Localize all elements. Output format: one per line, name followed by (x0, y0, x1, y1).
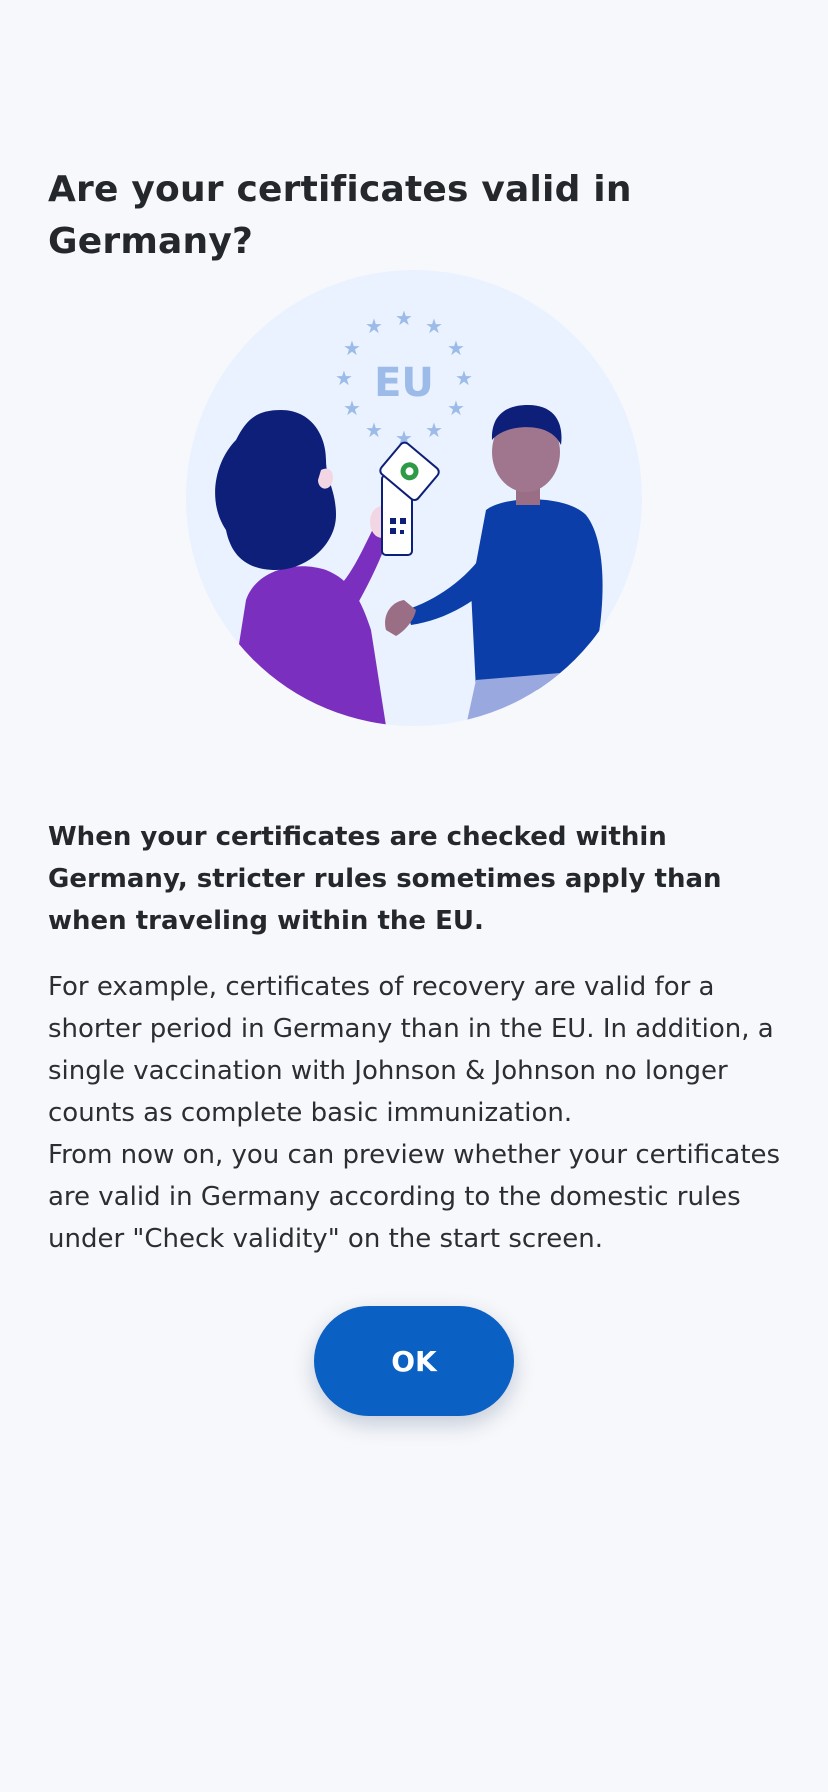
description-text: For example, certificates of recovery ar… (48, 966, 788, 1260)
svg-text:★: ★ (425, 418, 443, 442)
svg-text:★: ★ (335, 366, 353, 390)
page-title: Are your certificates valid in Germany? (48, 169, 632, 262)
validity-info-screen: Are your certificates valid in Germany? … (0, 0, 828, 1792)
svg-text:★: ★ (447, 396, 465, 420)
svg-text:★: ★ (425, 314, 443, 338)
ok-button[interactable]: OK (314, 1306, 514, 1416)
description-paragraph-1: For example, certificates of recovery ar… (48, 972, 774, 1128)
svg-text:★: ★ (455, 366, 473, 390)
svg-text:★: ★ (343, 336, 361, 360)
svg-text:★: ★ (365, 314, 383, 338)
svg-text:★: ★ (395, 306, 413, 330)
svg-text:★: ★ (447, 336, 465, 360)
svg-text:★: ★ (365, 418, 383, 442)
lead-paragraph: When your certificates are checked withi… (48, 822, 722, 936)
eu-badge-label: EU (374, 360, 434, 406)
svg-text:★: ★ (343, 396, 361, 420)
certificate-check-illustration: ★ ★ ★ ★ ★ ★ ★ ★ ★ ★ ★ ★ EU (186, 270, 642, 726)
description-paragraph-2: From now on, you can preview whether you… (48, 1140, 781, 1254)
